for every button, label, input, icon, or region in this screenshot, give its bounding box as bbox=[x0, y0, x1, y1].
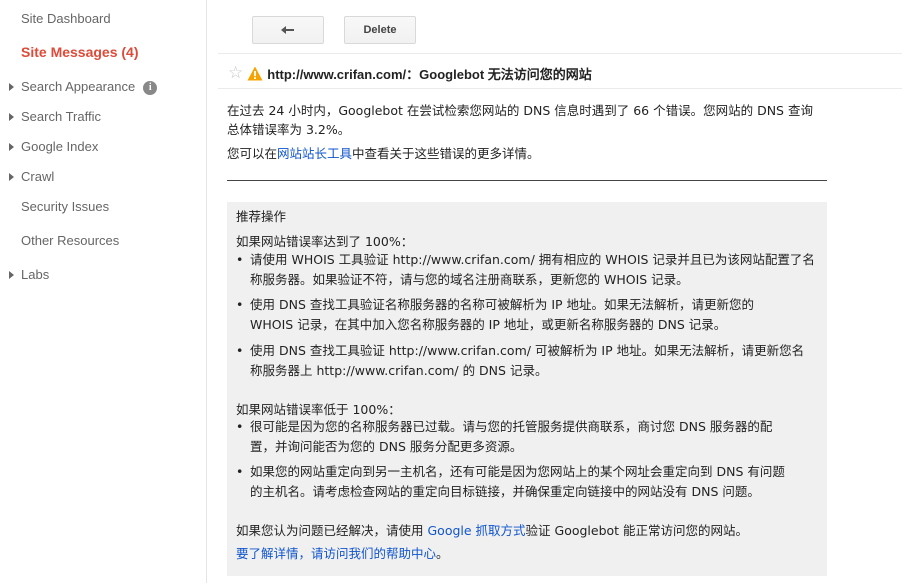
tool-prefix: 您可以在 bbox=[227, 146, 278, 161]
list-item-line: 使用 DNS 查找工具验证 http://www.crifan.com/ 可被解… bbox=[250, 343, 805, 358]
back-arrow-icon bbox=[281, 26, 294, 34]
sidebar-item-label: Other Resources bbox=[21, 233, 120, 248]
star-icon[interactable]: ☆ bbox=[228, 64, 243, 82]
sidebar-item-security-issues[interactable]: Security Issues bbox=[21, 199, 109, 214]
list-item-line: 使用 DNS 查找工具验证名称服务器的名称可被解析为 IP 地址。如果无法解析，… bbox=[250, 297, 755, 312]
list-item-line: 请使用 WHOIS 工具验证 http://www.crifan.com/ 拥有… bbox=[250, 252, 815, 267]
sidebar-item-labs[interactable]: Labs bbox=[9, 267, 50, 282]
sidebar-item-label: Google Index bbox=[21, 139, 99, 154]
sidebar-item-other-resources[interactable]: Other Resources bbox=[21, 233, 119, 248]
sidebar-item-search-traffic[interactable]: Search Traffic bbox=[9, 109, 101, 124]
recommendations-title: 推荐操作 bbox=[236, 209, 287, 224]
webmaster-tools-link[interactable]: 网站站长工具 bbox=[277, 146, 352, 161]
list-item-line: 很可能是因为您的名称服务器已过载。请与您的托管服务提供商联系，商讨您 DNS 服… bbox=[250, 419, 773, 434]
bullet-icon: • bbox=[236, 343, 244, 358]
list-item-line: 置，并询问能否为您的 DNS 服务分配更多资源。 bbox=[250, 439, 523, 454]
resolved-line: 如果您认为问题已经解决，请使用 Google 抓取方式验证 Googlebot … bbox=[236, 521, 748, 541]
sidebar-item-crawl[interactable]: Crawl bbox=[9, 169, 55, 184]
list-item-line: 称服务器。如果验证不符，请与您的域名注册商联系，更新您的 WHOIS 记录。 bbox=[250, 272, 689, 287]
sidebar-item-label: Security Issues bbox=[21, 199, 110, 214]
warning-icon bbox=[247, 66, 263, 80]
sidebar-nav: Site Dashboard Site Messages (4) Search … bbox=[0, 0, 207, 583]
sidebar-item-google-index[interactable]: Google Index bbox=[9, 139, 99, 154]
sidebar-item-site-messages[interactable]: Site Messages (4) bbox=[21, 44, 139, 60]
message-tool-line: 您可以在网站站长工具中查看关于这些错误的更多详情。 bbox=[227, 144, 827, 163]
message-header: ☆ http://www.crifan.com/：Googlebot 无法访问您… bbox=[228, 62, 592, 84]
message-divider bbox=[227, 180, 827, 181]
sidebar-item-label: Site Messages (4) bbox=[21, 44, 139, 60]
help-center-link[interactable]: 要了解详情，请访问我们的帮助中心 bbox=[236, 546, 436, 561]
toolbar-divider bbox=[218, 53, 902, 54]
case-100-heading: 如果网站错误率达到了 100%： bbox=[236, 234, 414, 249]
sidebar-item-label: Crawl bbox=[21, 169, 55, 184]
expand-arrow-icon bbox=[9, 113, 14, 121]
help-line: 要了解详情，请访问我们的帮助中心。 bbox=[236, 544, 449, 564]
list-item-line: 称服务器上 http://www.crifan.com/ 的 DNS 记录。 bbox=[250, 363, 548, 378]
bullet-icon: • bbox=[236, 297, 244, 312]
subject-divider bbox=[218, 88, 902, 89]
expand-arrow-icon bbox=[9, 83, 14, 91]
message-intro: 在过去 24 小时内，Googlebot 在尝试检索您网站的 DNS 信息时遇到… bbox=[227, 101, 827, 139]
sidebar-item-label: Search Appearance bbox=[21, 79, 136, 94]
intro-line: 在过去 24 小时内，Googlebot 在尝试检索您网站的 DNS 信息时遇到… bbox=[227, 103, 813, 118]
sidebar-item-label: Site Dashboard bbox=[21, 11, 111, 26]
expand-arrow-icon bbox=[9, 143, 14, 151]
delete-button[interactable]: Delete bbox=[344, 16, 416, 44]
sidebar-item-label: Labs bbox=[21, 267, 50, 282]
help-suffix: 。 bbox=[436, 546, 449, 561]
list-item-line: 如果您的网站重定向到另一主机名，还有可能是因为您网站上的某个网址会重定向到 DN… bbox=[250, 464, 785, 479]
expand-arrow-icon bbox=[9, 271, 14, 279]
bullet-icon: • bbox=[236, 419, 244, 434]
sidebar-item-search-appearance[interactable]: Search Appearance i bbox=[9, 79, 158, 95]
fetch-as-google-link[interactable]: Google 抓取方式 bbox=[427, 523, 525, 538]
list-item-line: WHOIS 记录，在其中加入您名称服务器的 IP 地址，或更新名称服务器的 DN… bbox=[250, 317, 727, 332]
expand-arrow-icon bbox=[9, 173, 14, 181]
resolved-suffix: 验证 Googlebot 能正常访问您的网站。 bbox=[525, 523, 749, 538]
bullet-icon: • bbox=[236, 464, 244, 479]
tool-suffix: 中查看关于这些错误的更多详情。 bbox=[352, 146, 540, 161]
sidebar-item-site-dashboard[interactable]: Site Dashboard bbox=[21, 11, 111, 26]
recommended-actions-box: 推荐操作 如果网站错误率达到了 100%： • 请使用 WHOIS 工具验证 h… bbox=[227, 202, 827, 576]
list-item-line: 的主机名。请考虑检查网站的重定向目标链接，并确保重定向链接中的网站没有 DNS … bbox=[250, 484, 760, 499]
resolved-prefix: 如果您认为问题已经解决，请使用 bbox=[236, 523, 428, 538]
sidebar-item-label: Search Traffic bbox=[21, 109, 101, 124]
intro-line: 总体错误率为 3.2%。 bbox=[227, 122, 351, 137]
info-icon[interactable]: i bbox=[143, 81, 158, 95]
bullet-icon: • bbox=[236, 252, 244, 267]
back-button[interactable] bbox=[252, 16, 324, 44]
message-subject: http://www.crifan.com/：Googlebot 无法访问您的网… bbox=[267, 66, 592, 82]
